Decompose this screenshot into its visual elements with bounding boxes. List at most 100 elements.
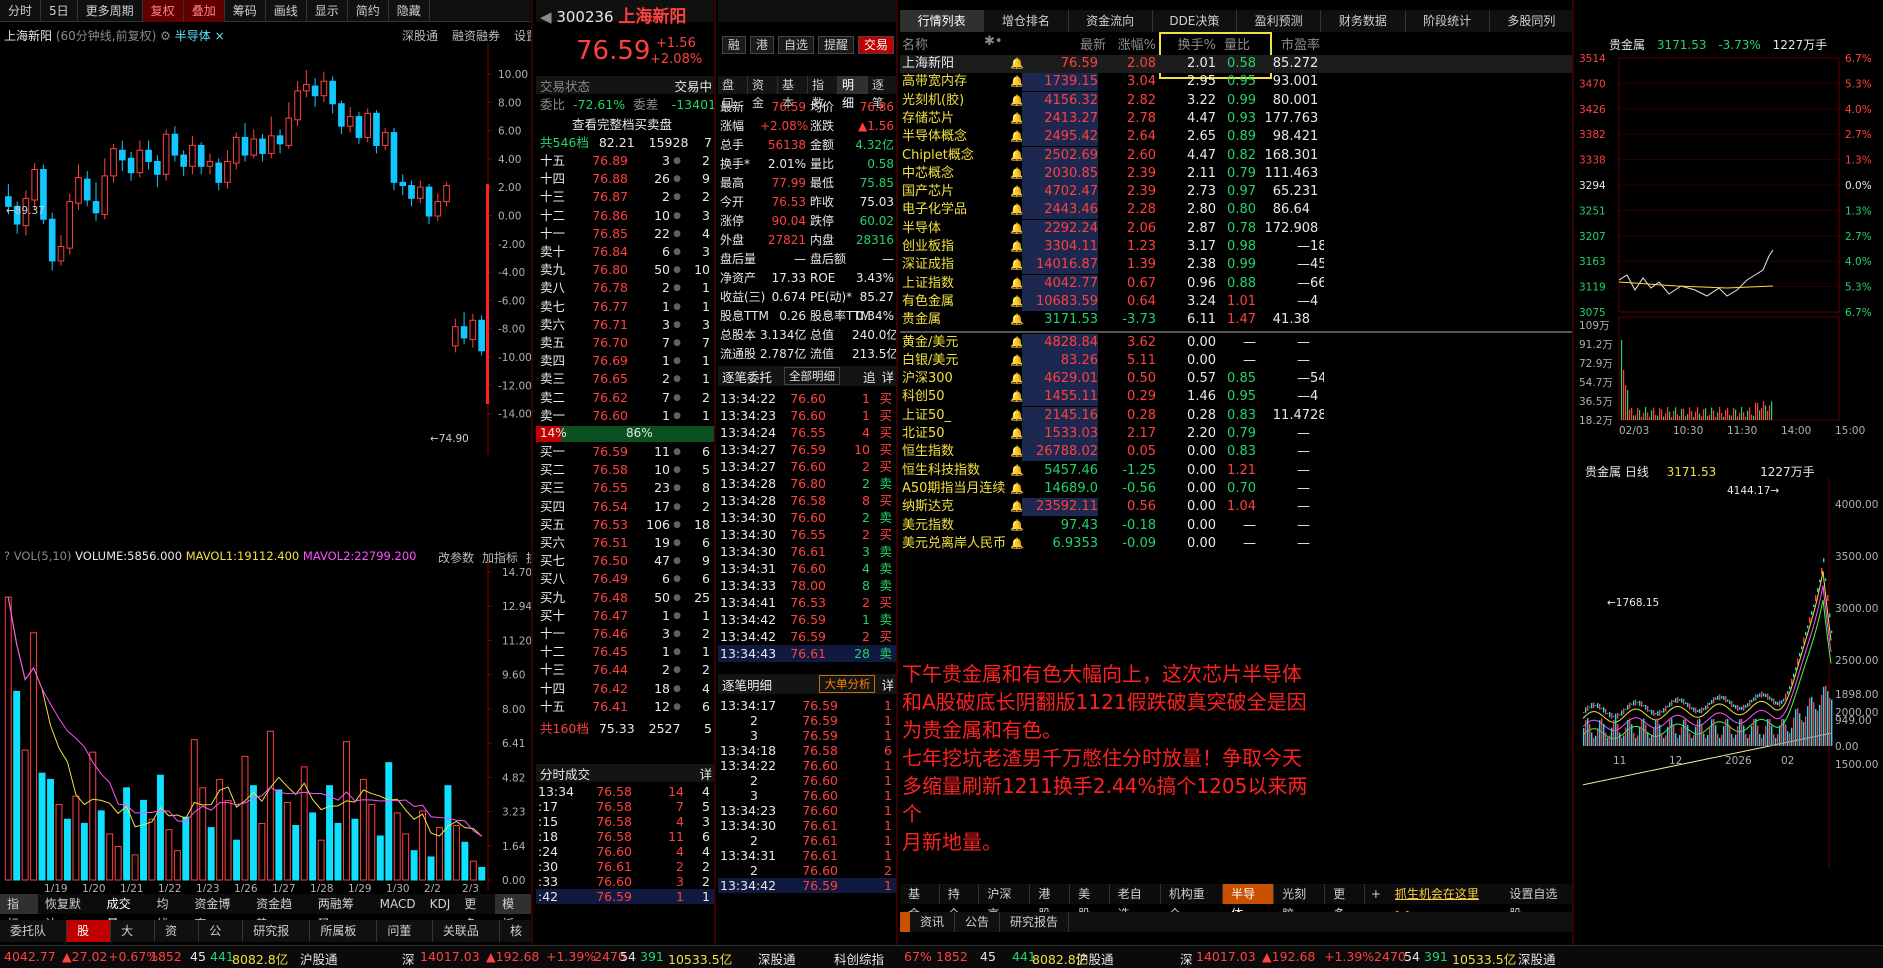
close-icon[interactable]: × [215, 29, 225, 43]
list-row[interactable]: 半导体概念 🔔 2495.42 2.64 2.65 0.89 98.42 1 [900, 128, 1572, 147]
settings-link[interactable]: 设置自选股 [1501, 884, 1572, 921]
indicator-tab[interactable]: 指标 [0, 894, 38, 931]
list-tab[interactable]: DDE决策 [1153, 10, 1237, 32]
list-row[interactable]: 电子化学品 🔔 2443.46 2.28 2.80 0.80 86.64 [900, 201, 1572, 220]
settings-dots-icon[interactable]: ✱• [984, 34, 1003, 49]
book-row[interactable]: 买四 76.54 17 ● 2 [536, 498, 714, 516]
list-row[interactable]: 存储芯片 🔔 2413.27 2.78 4.47 0.93 177.76 3 [900, 109, 1572, 128]
quote-button[interactable]: 交易 [857, 36, 894, 54]
book-row[interactable]: 买九 76.48 50 ● 25 [536, 589, 714, 607]
indicator-tab[interactable]: 资金趋势 [249, 894, 311, 931]
promo-link[interactable]: 抓生机会在这里>> [1387, 884, 1501, 921]
kline-link[interactable]: 融资融券 [452, 29, 500, 43]
kline-link[interactable]: 深股通 [402, 29, 438, 43]
status-item[interactable]: 深股通 [1518, 949, 1556, 968]
indicator-tab[interactable]: 资金博弈 [187, 894, 249, 931]
toolbar-item[interactable]: 叠加 [183, 0, 225, 22]
list-bottom-tab[interactable]: 持仓 [940, 884, 980, 921]
zhubi-follow-button[interactable]: 追 [863, 367, 876, 386]
list-bottom-tab[interactable]: 沪深京 [979, 884, 1031, 921]
indicator-tab[interactable]: 恢复默认 [38, 894, 100, 931]
bottom-tab[interactable]: 所属板块 [310, 920, 378, 960]
add-tab-icon[interactable]: + [1365, 884, 1387, 904]
indicator-tab[interactable]: 成交量 [100, 894, 150, 931]
bottom-tab[interactable]: 大事 [111, 920, 156, 960]
list-row[interactable]: Chiplet概念 🔔 2502.69 2.60 4.47 0.82 168.30 1 [900, 146, 1572, 165]
book-row[interactable]: 买一 76.59 11 ● 6 [536, 443, 714, 461]
book-row[interactable]: 卖一 76.60 1 ● 1 [536, 407, 714, 425]
list-tab[interactable]: 盈利预测 [1237, 10, 1322, 32]
list-row[interactable]: 美元兑离岸人民币 🔔 6.9353 -0.09 0.00— — [900, 535, 1572, 553]
book-row[interactable]: 十三 76.44 2 ● 2 [536, 661, 714, 679]
book-row[interactable]: 买十 76.47 1 ● 1 [536, 607, 714, 625]
list-row[interactable]: 创业板指🔔3304.111.233.170.98—18 [900, 238, 1572, 256]
status-item[interactable]: 科创综指 [834, 949, 884, 968]
list-bottom-tab[interactable]: 半导体 [1223, 884, 1275, 921]
book-row[interactable]: 卖八 76.78 2 ● 1 [536, 279, 714, 297]
list-bottom-tab[interactable]: 老自选 [1110, 884, 1161, 921]
list-header-cell[interactable]: 最新 [1038, 34, 1106, 53]
book-row[interactable]: 买二 76.58 10 ● 5 [536, 461, 714, 479]
sector-tag[interactable]: 半导体 [175, 29, 211, 43]
list-bottom-tab[interactable]: 光刻胶 [1274, 884, 1326, 921]
list-row[interactable]: 贵金属 🔔 3171.53 -3.73 6.11 1.47 41.38 [900, 311, 1572, 329]
list-row[interactable]: 恒生科技指数 🔔 5457.46 -1.25 0.00 1.21— [900, 462, 1572, 480]
list-row[interactable]: 中芯概念 🔔 2030.85 2.39 2.11 0.79 111.46 3 [900, 164, 1572, 183]
book-row[interactable]: 十二 76.86 10 ● 3 [536, 207, 714, 225]
list-row[interactable]: 上海新阳 🔔 76.59 2.08 2.01 0.58 85.27 2 [900, 55, 1572, 73]
book-row[interactable]: 卖七 76.77 1 ● 1 [536, 298, 714, 316]
toolbar-item[interactable]: 画线 [266, 0, 307, 22]
list-bottom-tab[interactable]: 美股 [1070, 884, 1110, 921]
list-row[interactable]: 深证成指🔔14016.871.392.380.99—45 [900, 256, 1572, 275]
full-book-link[interactable]: 查看完整档买卖盘 [572, 116, 672, 134]
status-item[interactable]: 沪股通 [1076, 949, 1114, 968]
quote-button[interactable]: 自选 [777, 36, 814, 54]
book-row[interactable]: 卖二 76.62 7 ● 2 [536, 389, 714, 407]
gear-icon[interactable]: ⚙ [160, 29, 171, 43]
book-row[interactable]: 卖九 76.80 50 ● 10 [536, 261, 714, 279]
tab-trading[interactable]: 交易中 [674, 76, 712, 94]
book-row[interactable]: 十五 76.41 12 ● 6 [536, 698, 714, 716]
detail-tab[interactable]: 逐笔 [868, 76, 896, 110]
list-row[interactable]: 高带宽内存 🔔 1739.15 3.04 2.95 0.95 93.00 1 [900, 73, 1572, 92]
bottom-tab[interactable]: 研究报告 [243, 920, 311, 960]
book-row[interactable]: 买七 76.50 47 ● 9 [536, 552, 714, 570]
book-row[interactable]: 卖五 76.70 7 ● 7 [536, 334, 714, 352]
list-tab[interactable]: 增仓排名 [984, 10, 1069, 32]
book-row[interactable]: 买五 76.53 106 ● 18 [536, 516, 714, 534]
intraday-chart[interactable]: 3514 6.7% 3470 5.3% 3426 4.0% 3382 2.7% 3338 1.3%… [1577, 50, 1883, 460]
toolbar-item[interactable]: 分时 [0, 0, 42, 22]
book-row[interactable]: 卖四 76.69 1 ● 1 [536, 352, 714, 370]
book-row[interactable]: 十二 76.45 1 ● 1 [536, 643, 714, 661]
list-row[interactable]: 上证指数🔔4042.770.670.960.88—66 [900, 274, 1572, 293]
book-row[interactable]: 卖六 76.71 3 ● 3 [536, 316, 714, 334]
book-row[interactable]: 十五 76.89 3 ● 2 [536, 152, 714, 170]
list-row[interactable]: 恒生指数 🔔 26788.02 0.05 0.00 0.83— [900, 443, 1572, 462]
list-header-cell[interactable]: 涨幅% [1098, 34, 1156, 53]
detail-tab[interactable]: 资金 [748, 76, 778, 110]
list-tab[interactable]: 资金流向 [1069, 10, 1153, 32]
list-tab[interactable]: 阶段统计 [1406, 10, 1490, 32]
list-bottom-tab[interactable]: 机构重仓 [1161, 884, 1224, 921]
volume-chart[interactable]: 14.70 12.94 11.20 9.60 8.00 6.41 4.82 3.23 1.64 0… [0, 562, 533, 892]
list-row[interactable]: 美元指数 🔔 97.43 -0.18 0.00— — [900, 517, 1572, 535]
detail-tab[interactable]: 基本 [778, 76, 808, 110]
indicator-tab[interactable]: 更多 [457, 894, 495, 931]
bottom-tab[interactable]: 资讯 [155, 920, 200, 960]
info-tab[interactable]: 研究报告 [1000, 912, 1070, 932]
bottom-tab[interactable]: 关联品种 [433, 920, 500, 960]
indicator-tab[interactable]: 均线 [149, 894, 187, 931]
help-icon[interactable]: ? [4, 549, 10, 563]
detail-tab[interactable]: 盘口 [718, 76, 748, 110]
list-row[interactable]: 纳斯达克 🔔 23592.11 0.56 0.00 1.04— [900, 498, 1572, 517]
info-tab[interactable]: 资讯 [910, 912, 956, 932]
bottom-tab[interactable]: 股吧 [67, 920, 112, 960]
list-row[interactable]: 科创50 🔔 1455.11 0.29 1.46 0.95—4 [900, 388, 1572, 407]
indicator-tab[interactable]: 两融筹码 [311, 894, 373, 931]
list-row[interactable]: 国产芯片 🔔 4702.47 2.39 2.73 0.97 65.23 1 [900, 183, 1572, 202]
book-row[interactable]: 买六 76.51 19 ● 6 [536, 534, 714, 552]
bottom-tab[interactable]: 委托队列 [0, 920, 68, 960]
list-bottom-tab[interactable]: 港股 [1030, 884, 1071, 921]
list-row[interactable]: 北证50 🔔 1533.03 2.17 2.20 0.79— [900, 425, 1572, 443]
kline-chart[interactable]: 10.00 8.00 6.00 4.00 2.00 0.00 -2.00 -4.00 -6.00… [0, 44, 533, 544]
